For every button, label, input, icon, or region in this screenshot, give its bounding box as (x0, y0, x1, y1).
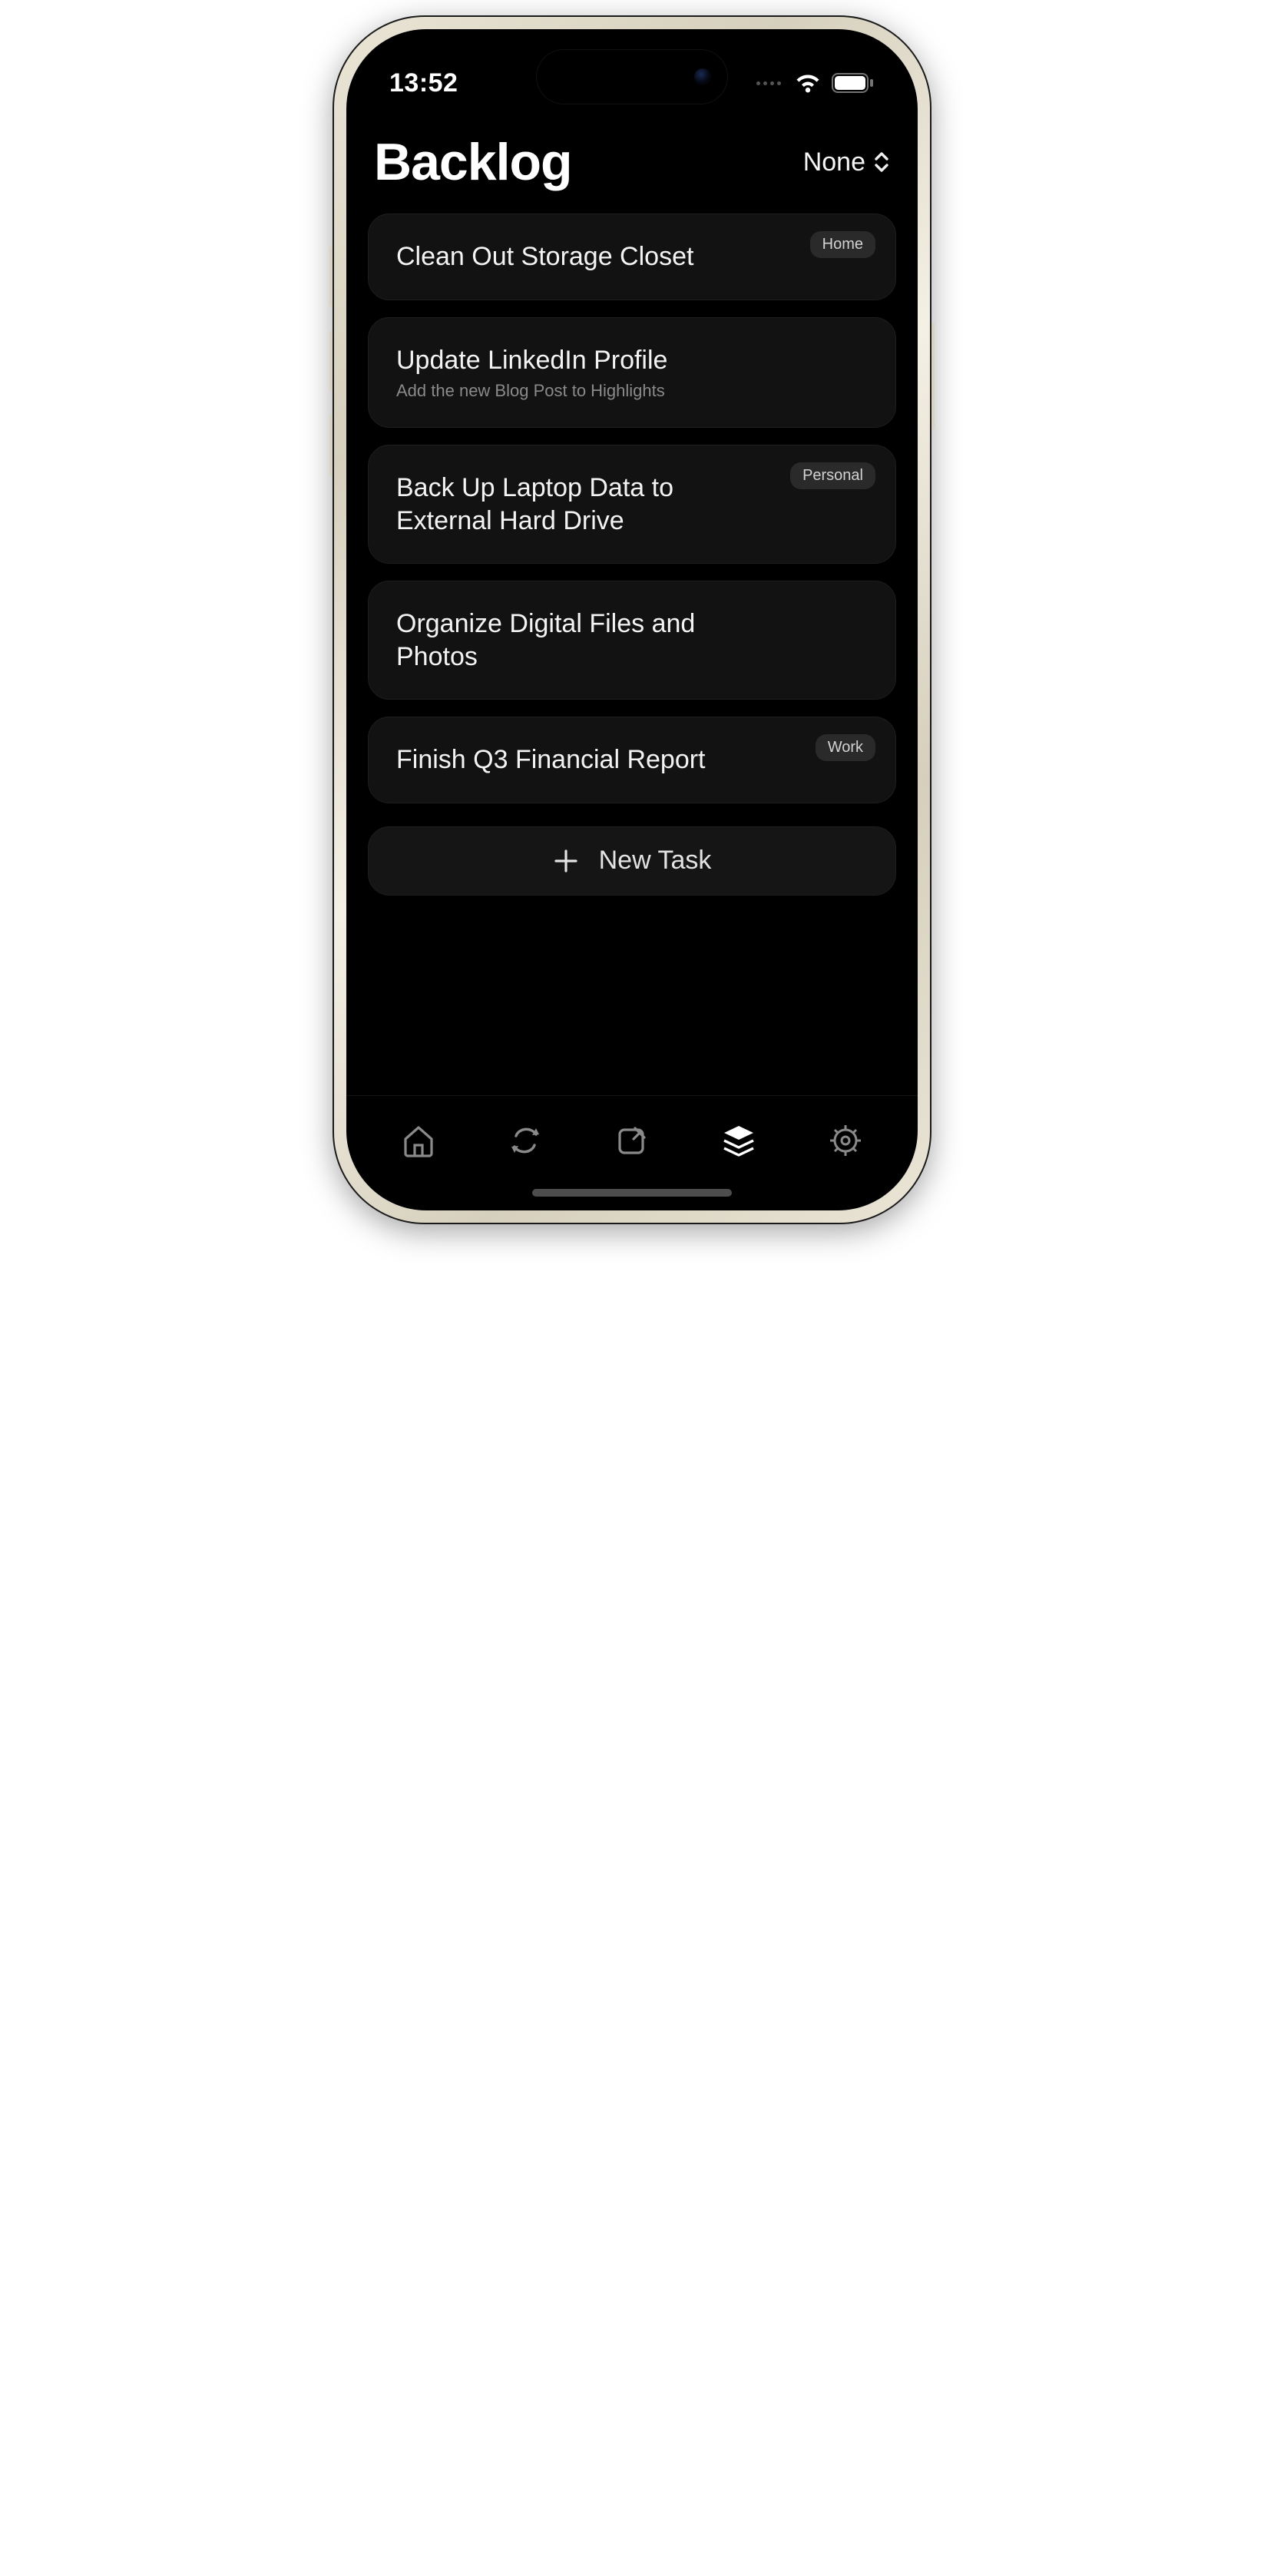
filter-selector[interactable]: None (803, 147, 890, 177)
task-title: Finish Q3 Financial Report (396, 743, 868, 776)
status-cellular-dots (756, 81, 781, 85)
new-task-label: New Task (599, 846, 712, 876)
wifi-icon (795, 73, 821, 93)
tab-backlog[interactable] (716, 1117, 762, 1164)
task-list: Home Clean Out Storage Closet Update Lin… (346, 198, 918, 911)
task-card[interactable]: Organize Digital Files and Photos (368, 581, 896, 700)
dynamic-island (536, 49, 728, 104)
task-card[interactable]: Work Finish Q3 Financial Report (368, 717, 896, 803)
screen: 13:52 Backlog None (346, 29, 918, 1210)
device-frame: 13:52 Backlog None (333, 15, 931, 1224)
tab-compose[interactable] (609, 1117, 655, 1164)
repeat-icon (507, 1122, 544, 1159)
home-icon (400, 1122, 437, 1159)
plus-icon (553, 848, 579, 874)
status-right (756, 73, 875, 93)
new-task-button[interactable]: New Task (368, 826, 896, 896)
task-subtitle: Add the new Blog Post to Highlights (396, 381, 868, 401)
task-tag: Personal (790, 462, 875, 489)
task-card[interactable]: Update LinkedIn Profile Add the new Blog… (368, 317, 896, 429)
gear-icon (827, 1122, 864, 1159)
home-indicator[interactable] (532, 1189, 732, 1197)
battery-icon (832, 73, 875, 93)
chevron-up-down-icon (873, 151, 890, 174)
task-card[interactable]: Personal Back Up Laptop Data to External… (368, 445, 896, 564)
status-time: 13:52 (389, 68, 458, 98)
tab-settings[interactable] (822, 1117, 869, 1164)
task-title: Organize Digital Files and Photos (396, 608, 868, 673)
task-title: Update LinkedIn Profile (396, 344, 868, 377)
tab-home[interactable] (395, 1117, 442, 1164)
tab-cycles[interactable] (502, 1117, 548, 1164)
task-title: Clean Out Storage Closet (396, 240, 868, 273)
task-tag: Work (816, 734, 875, 761)
filter-label: None (803, 147, 865, 177)
compose-icon (614, 1122, 650, 1159)
page-title: Backlog (374, 132, 572, 192)
task-card[interactable]: Home Clean Out Storage Closet (368, 214, 896, 300)
stack-icon (720, 1121, 758, 1160)
task-tag: Home (810, 231, 875, 258)
header: Backlog None (346, 114, 918, 198)
